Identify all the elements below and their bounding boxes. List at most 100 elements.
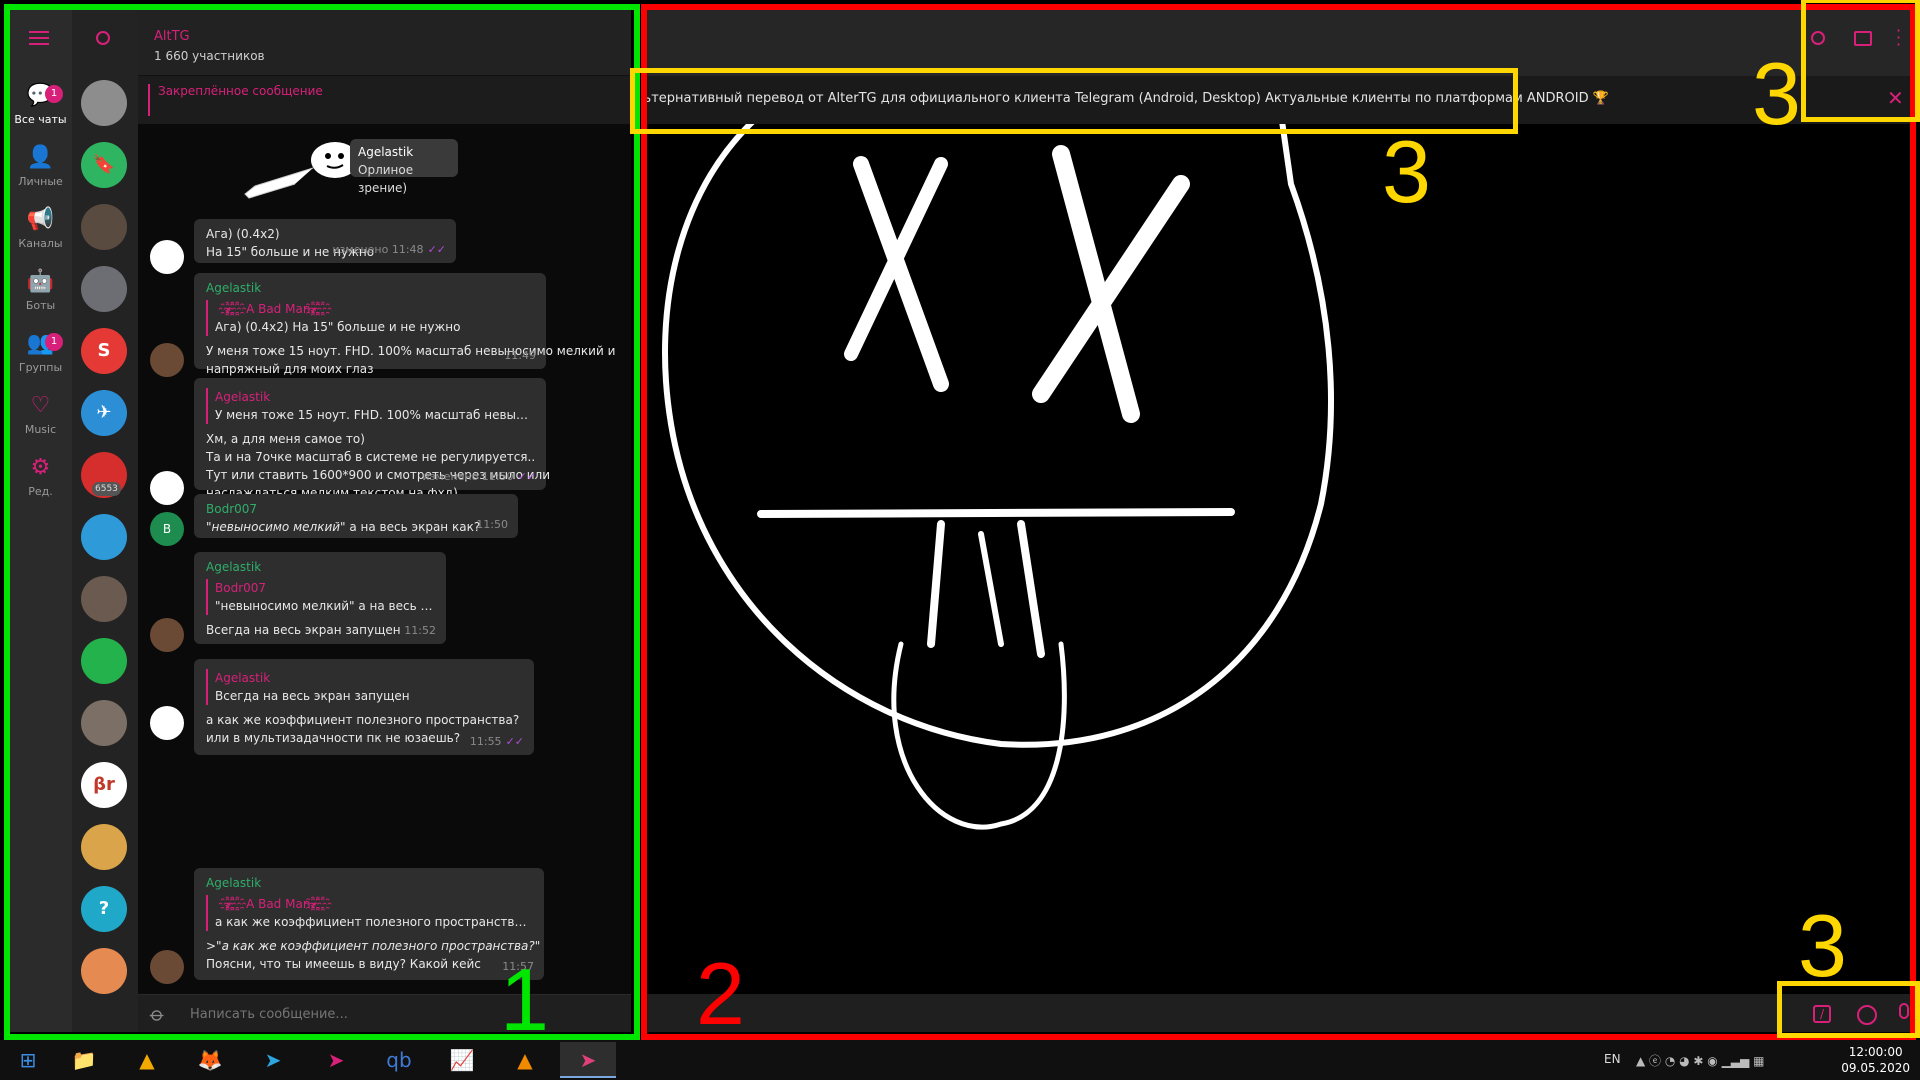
clock-date: 09.05.2020 bbox=[1841, 1061, 1910, 1075]
reply-quote[interactable]: Bodr007 "невыносимо мелкий" а на весь э.… bbox=[206, 579, 434, 615]
avatar[interactable]: B bbox=[150, 512, 184, 546]
dialog-avatar-dialog-1[interactable] bbox=[81, 80, 127, 126]
message-time: 11:49 bbox=[504, 349, 536, 362]
folder-label: Каналы bbox=[18, 237, 63, 250]
message-bubble[interactable]: Agelastik ҂҈҈҈A Bad Man҂҈҈҈ а как же коэ… bbox=[194, 868, 544, 980]
dialog-avatar-dialog-13[interactable] bbox=[81, 824, 127, 870]
start-button[interactable]: ⊞ bbox=[0, 1042, 56, 1078]
reply-bubble[interactable]: Agelastik Орлиное зрение) bbox=[350, 139, 458, 195]
message-author[interactable]: Bodr007 bbox=[206, 500, 506, 518]
sticker[interactable] bbox=[235, 138, 365, 200]
avatar[interactable] bbox=[150, 343, 184, 377]
tray-icons[interactable]: ▲ ⓔ ◔ ◕ ✱ ◉ ▁▃▅ ▦ bbox=[1636, 1052, 1764, 1069]
taskbar-file-explorer[interactable]: 📁 bbox=[56, 1042, 112, 1078]
quote-text: а как же коэффициент полезного пространс… bbox=[215, 915, 532, 929]
megaphone-icon: 📢 bbox=[26, 207, 55, 232]
search-icon[interactable] bbox=[1811, 31, 1825, 45]
message-bubble[interactable]: Ага) (0.4х2) На 15" больше и не нужно из… bbox=[194, 219, 456, 263]
reply-quote[interactable]: Agelastik У меня тоже 15 ноут. FHD. 100%… bbox=[206, 388, 534, 424]
folder-chat-bubbles[interactable]: 💬 Все чаты 1 bbox=[9, 79, 72, 141]
dialog-avatar-dialog-15[interactable] bbox=[81, 948, 127, 994]
emoji-icon[interactable] bbox=[1857, 1005, 1877, 1025]
close-pinned-icon[interactable]: ✕ bbox=[1887, 86, 1904, 110]
taskbar-vlc[interactable]: ▲ bbox=[497, 1042, 553, 1078]
avatar[interactable] bbox=[150, 950, 184, 984]
dialog-avatar-dialog-8[interactable] bbox=[81, 514, 127, 560]
pinned-message[interactable]: Закреплённое сообщение bbox=[138, 76, 631, 124]
folder-sliders[interactable]: ⚙ Ред. bbox=[9, 451, 72, 513]
dialog-avatar-dialog-12[interactable]: βr bbox=[81, 762, 127, 808]
clock[interactable]: 12:00:00 09.05.2020 bbox=[1841, 1044, 1910, 1076]
folder-robot[interactable]: 🤖 Боты bbox=[9, 265, 72, 327]
message-bubble[interactable]: Agelastik Bodr007 "невыносимо мелкий" а … bbox=[194, 552, 446, 644]
microphone-icon[interactable] bbox=[1899, 1003, 1909, 1019]
message-time: изменено 11:50 ✓✓ bbox=[422, 470, 536, 483]
sidebar-toggle-icon[interactable] bbox=[1854, 31, 1872, 46]
message-list[interactable]: Agelastik Орлиное зрение) Ага) (0.4х2) Н… bbox=[138, 124, 631, 994]
message-text: Орлиное зрение) bbox=[358, 163, 414, 195]
commands-icon[interactable]: / bbox=[1813, 1005, 1831, 1023]
taskbar-notepad[interactable]: 📈 bbox=[434, 1042, 490, 1078]
menu-icon[interactable] bbox=[29, 31, 49, 45]
folder-megaphone[interactable]: 📢 Каналы bbox=[9, 203, 72, 265]
avatar[interactable] bbox=[150, 618, 184, 652]
dialog-avatar-dialog-6[interactable]: ✈ bbox=[81, 390, 127, 436]
message-text: Всегда на весь экран запущен bbox=[206, 623, 401, 637]
folder-label: Все чаты bbox=[14, 113, 67, 126]
message-bubble[interactable]: Agelastik У меня тоже 15 ноут. FHD. 100%… bbox=[194, 378, 550, 500]
dialog-avatar-dialog-5[interactable]: S bbox=[81, 328, 127, 374]
quote-author: Bodr007 bbox=[215, 581, 267, 595]
pinned-message-strip[interactable]: Все клиенты и переводы | Прокси-монитор … bbox=[641, 76, 1911, 124]
message-time: 11:52 bbox=[404, 624, 436, 637]
message-text: напряжный для моих глаз bbox=[206, 362, 374, 376]
dialog-avatar-dialog-4[interactable] bbox=[81, 266, 127, 312]
dialog-avatar-dialog-3[interactable] bbox=[81, 204, 127, 250]
dialog-avatar-dialog-14[interactable]: ? bbox=[81, 886, 127, 932]
paperclip-icon[interactable]: ⌀ bbox=[145, 1001, 170, 1026]
reply-quote[interactable]: ҂҈҈҈A Bad Man҂҈҈҈ а как же коэффициент п… bbox=[206, 895, 532, 931]
taskbar-telegram-active[interactable]: ➤ bbox=[560, 1042, 616, 1078]
language-indicator[interactable]: EN bbox=[1604, 1052, 1621, 1066]
taskbar-telegram-alt[interactable]: ➤ bbox=[308, 1042, 364, 1078]
message-author[interactable]: Agelastik bbox=[206, 874, 532, 892]
quote-author: ҂҈҈҈A Bad Man҂҈҈҈ bbox=[225, 302, 332, 316]
folder-label: Ред. bbox=[28, 485, 53, 498]
zone-2-number: 2 bbox=[696, 944, 745, 1043]
taskbar-app-triangle[interactable]: ▲ bbox=[119, 1042, 175, 1078]
folder-group[interactable]: 👥 Группы 1 bbox=[9, 327, 72, 389]
reply-quote[interactable]: ҂҈҈҈A Bad Man҂҈҈҈ Ага) (0.4х2) На 15" бо… bbox=[206, 300, 534, 336]
folder-user[interactable]: 👤 Личные bbox=[9, 141, 72, 203]
quote-author: ҂҈҈҈A Bad Man҂҈҈҈ bbox=[225, 897, 332, 911]
taskbar-qbittorrent[interactable]: qb bbox=[371, 1042, 427, 1078]
avatar[interactable] bbox=[150, 706, 184, 740]
avatar[interactable] bbox=[150, 471, 184, 505]
search-icon[interactable] bbox=[96, 31, 110, 45]
message-bubble[interactable]: Agelastik Всегда на весь экран запущен а… bbox=[194, 659, 534, 755]
message-bubble[interactable]: Agelastik ҂҈҈҈A Bad Man҂҈҈҈ Ага) (0.4х2)… bbox=[194, 273, 616, 376]
folder-heart[interactable]: ♡ Music bbox=[9, 389, 72, 451]
message-text: У меня тоже 15 ноут. FHD. 100% масштаб н… bbox=[206, 344, 616, 358]
unread-badge: 1 bbox=[45, 333, 63, 351]
reply-quote[interactable]: Agelastik Всегда на весь экран запущен bbox=[206, 669, 522, 705]
taskbar-telegram[interactable]: ➤ bbox=[245, 1042, 301, 1078]
more-vertical-icon[interactable]: · · · bbox=[1896, 23, 1901, 53]
chat-header[interactable]: AltTG 1 660 участников bbox=[138, 9, 631, 76]
message-author[interactable]: Agelastik bbox=[206, 279, 534, 297]
quote-author: Agelastik bbox=[215, 390, 271, 404]
dialog-avatar-dialog-11[interactable] bbox=[81, 700, 127, 746]
message-author[interactable]: Agelastik bbox=[358, 143, 450, 161]
message-text: >"а как же коэффициент полезного простра… bbox=[206, 939, 541, 953]
avatar[interactable] bbox=[150, 240, 184, 274]
message-text: Та и на 7очке масштаб в системе не регул… bbox=[206, 450, 536, 464]
dialog-avatar-saved-messages[interactable]: 🔖 bbox=[81, 142, 127, 188]
taskbar-firefox[interactable]: 🦊 bbox=[182, 1042, 238, 1078]
message-time: 11:55 ✓✓ bbox=[469, 735, 524, 748]
message-bubble[interactable]: Bodr007 "невыносимо мелкий" а на весь эк… bbox=[194, 494, 518, 538]
dialog-avatar-dialog-10[interactable] bbox=[81, 638, 127, 684]
message-author[interactable]: Agelastik bbox=[206, 558, 434, 576]
chat-title[interactable]: AltTG bbox=[154, 29, 190, 44]
heart-icon: ♡ bbox=[30, 393, 51, 418]
taskbar: ⊞ 📁 ▲ 🦊 ➤ ➤ qb 📈 ▲ ➤ EN ▲ ⓔ ◔ ◕ ✱ ◉ ▁▃▅ ▦ 12:00:0… bbox=[0, 1040, 1920, 1080]
zone-1-number: 1 bbox=[500, 950, 549, 1049]
dialog-avatar-dialog-9[interactable] bbox=[81, 576, 127, 622]
